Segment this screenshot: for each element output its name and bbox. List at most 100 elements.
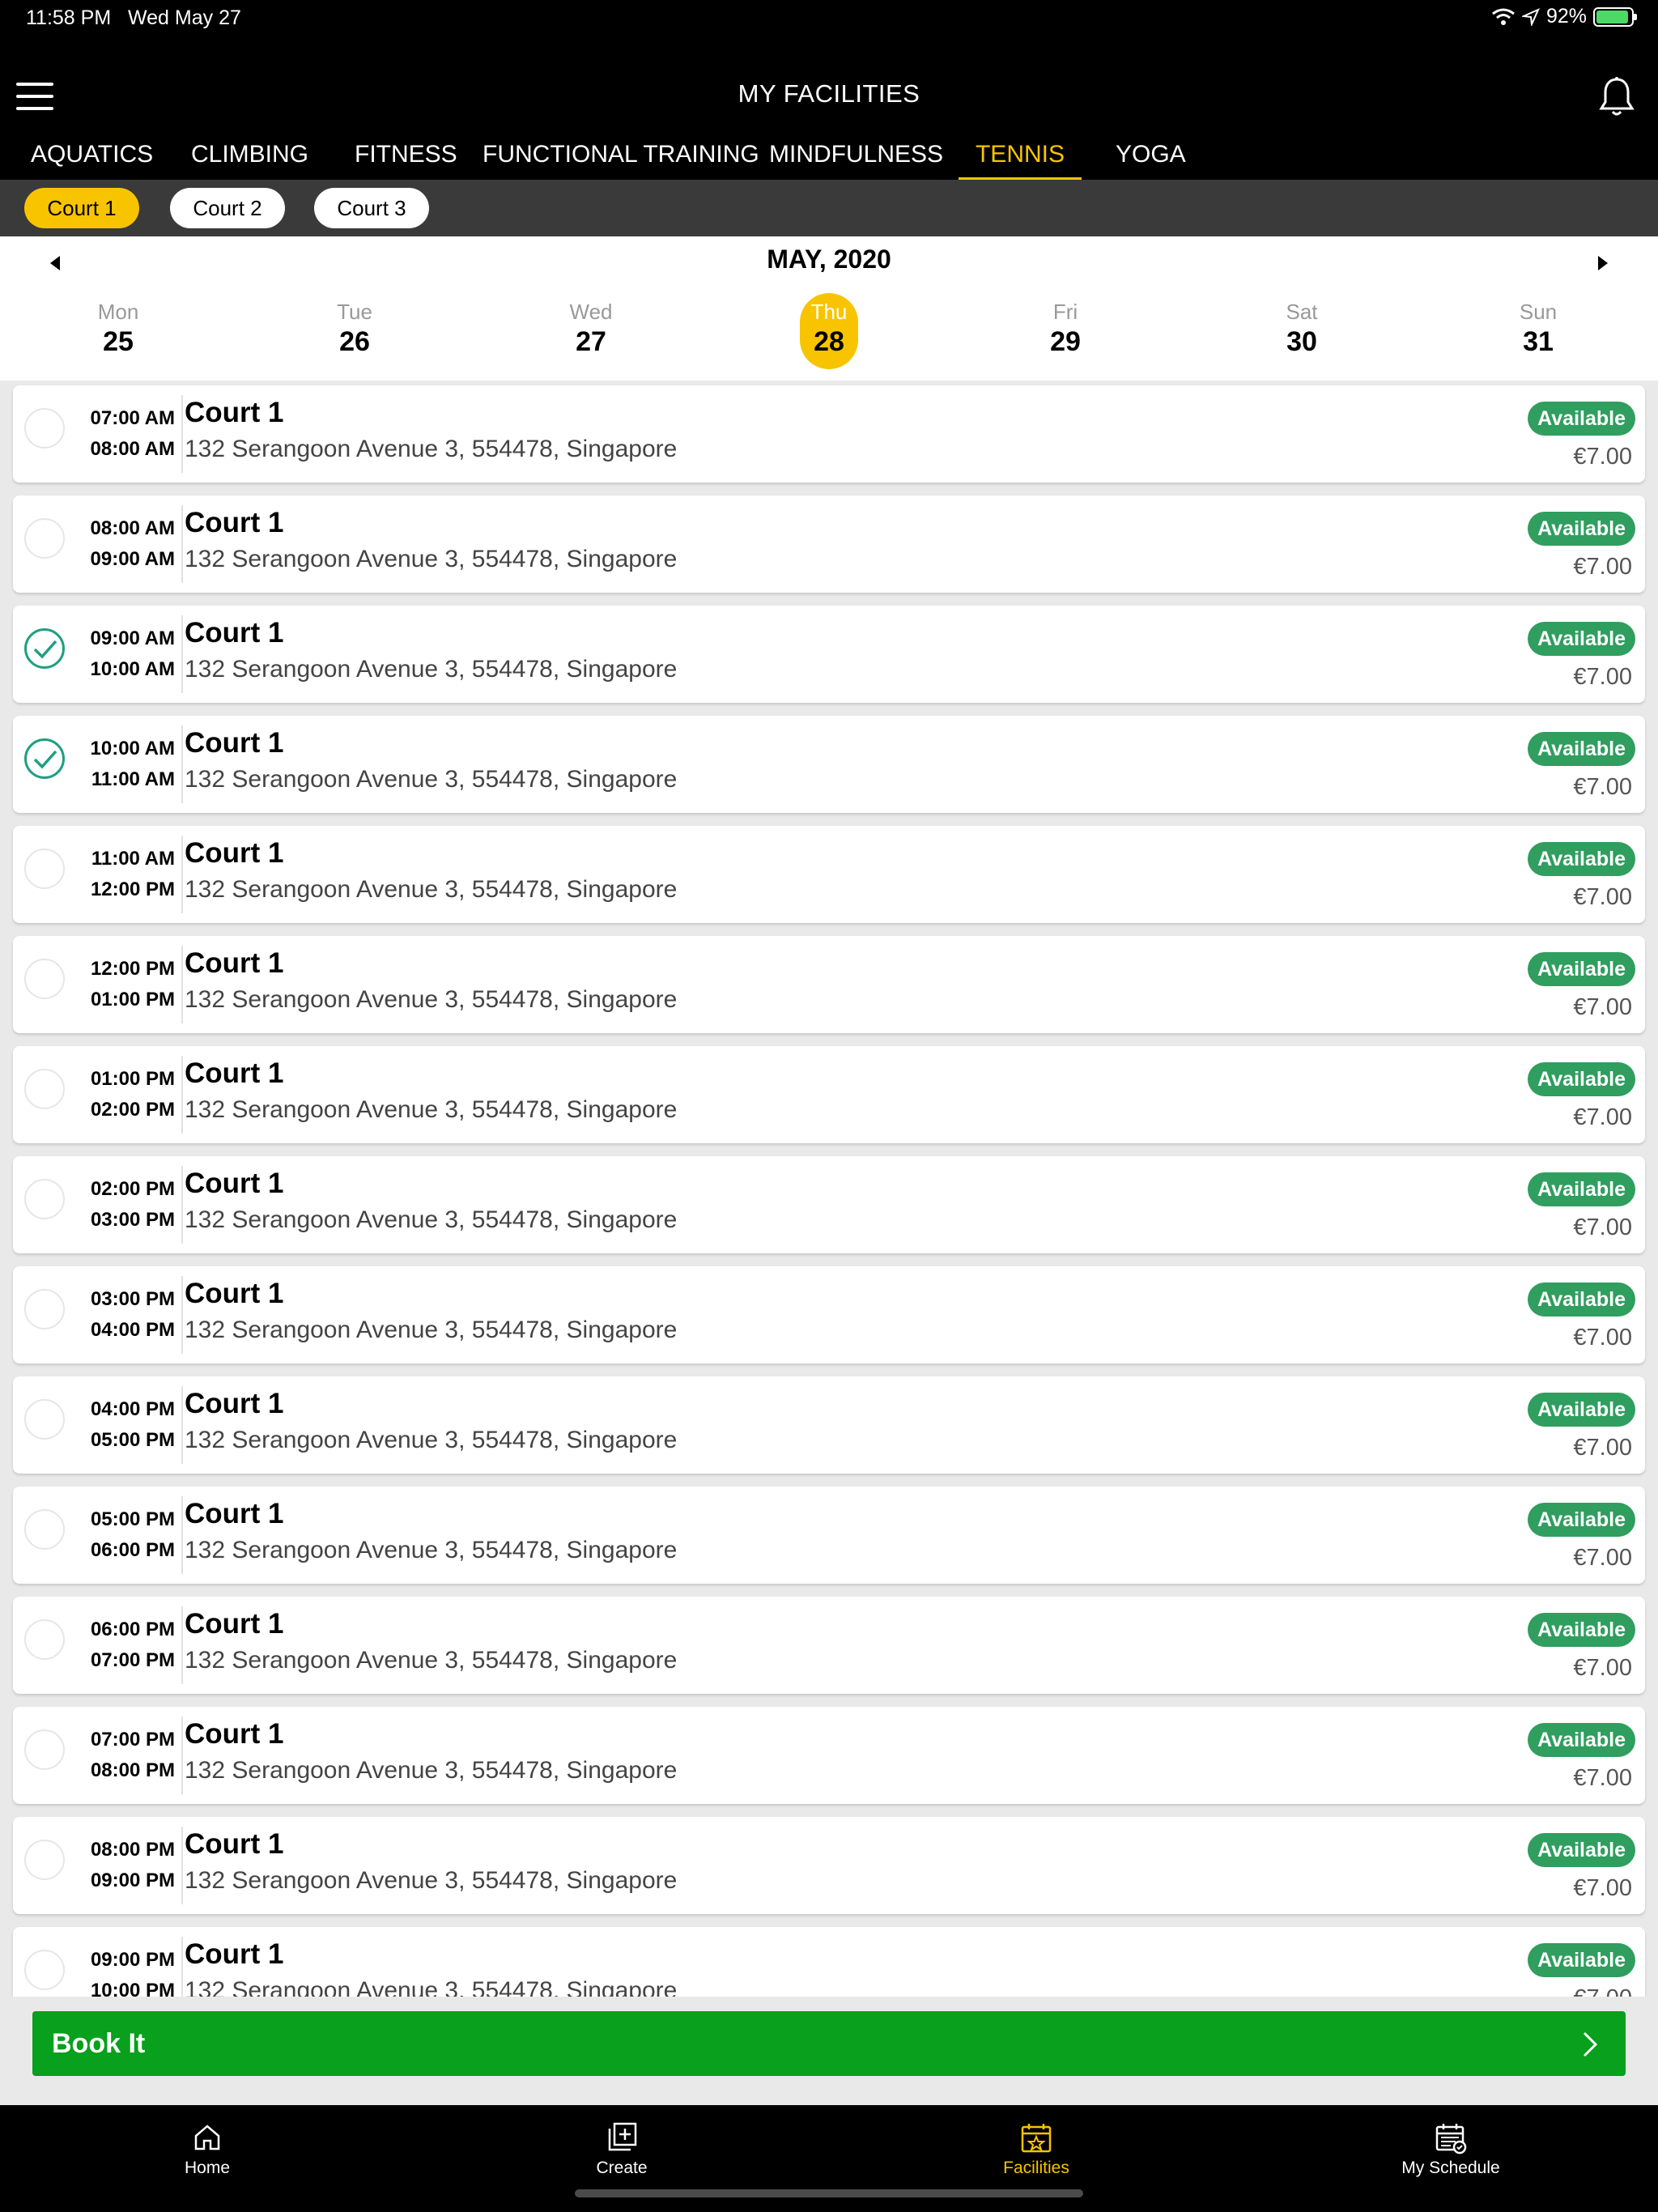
status-badge: Available: [1528, 1062, 1635, 1096]
slot-end-time: 04:00 PM: [90, 1319, 175, 1341]
slot-divider: [181, 1606, 183, 1684]
slot-card[interactable]: 08:00 AM 09:00 AM Court 1 132 Serangoon …: [13, 496, 1645, 593]
slot-card[interactable]: 03:00 PM 04:00 PM Court 1 132 Serangoon …: [13, 1266, 1645, 1363]
slot-title: Court 1: [185, 1057, 284, 1089]
slot-start-time: 08:00 PM: [90, 1839, 175, 1861]
nav-create[interactable]: Create: [541, 2120, 703, 2178]
nav-home-label: Home: [184, 2159, 231, 2177]
slot-times: 12:00 PM 01:00 PM: [78, 954, 175, 1015]
slot-price: €7.00: [1573, 774, 1632, 800]
slot-checkbox[interactable]: [24, 628, 65, 669]
slot-card[interactable]: 04:00 PM 05:00 PM Court 1 132 Serangoon …: [13, 1376, 1645, 1474]
day-thu[interactable]: Thu 28: [800, 293, 858, 369]
slot-start-time: 04:00 PM: [90, 1398, 175, 1420]
nav-home[interactable]: Home: [126, 2120, 288, 2178]
day-fri[interactable]: Fri 29: [1036, 293, 1095, 369]
slot-card[interactable]: 10:00 AM 11:00 AM Court 1 132 Serangoon …: [13, 716, 1645, 813]
slot-title: Court 1: [185, 1828, 284, 1860]
status-badge: Available: [1528, 732, 1635, 766]
chip-court-1[interactable]: Court 1: [24, 188, 139, 228]
slot-card[interactable]: 06:00 PM 07:00 PM Court 1 132 Serangoon …: [13, 1597, 1645, 1694]
slot-price: €7.00: [1573, 664, 1632, 690]
slot-card[interactable]: 01:00 PM 02:00 PM Court 1 132 Serangoon …: [13, 1046, 1645, 1143]
tab-yoga[interactable]: YOGA: [1116, 136, 1186, 180]
day-sun[interactable]: Sun 31: [1509, 293, 1567, 369]
slot-title: Court 1: [185, 1168, 284, 1199]
slot-title: Court 1: [185, 837, 284, 869]
slot-checkbox[interactable]: [24, 1840, 65, 1880]
slot-times: 07:00 AM 08:00 AM: [78, 403, 175, 465]
slot-checkbox[interactable]: [24, 518, 65, 559]
slot-divider: [181, 505, 183, 583]
slot-title: Court 1: [185, 507, 284, 538]
day-mon[interactable]: Mon 25: [89, 293, 147, 369]
slot-end-time: 10:00 AM: [90, 658, 175, 680]
slot-end-time: 11:00 AM: [91, 768, 175, 790]
status-badge: Available: [1528, 842, 1635, 876]
slot-address: 132 Serangoon Avenue 3, 554478, Singapor…: [185, 1427, 678, 1453]
book-it-button[interactable]: Book It: [32, 2011, 1626, 2076]
day-sat[interactable]: Sat 30: [1273, 293, 1331, 369]
slot-title: Court 1: [185, 1718, 284, 1750]
slot-address: 132 Serangoon Avenue 3, 554478, Singapor…: [185, 876, 678, 903]
home-indicator: [575, 2189, 1083, 2197]
day-tue[interactable]: Tue 26: [325, 293, 384, 369]
nav-facilities[interactable]: Facilities: [955, 2120, 1117, 2178]
slot-checkbox[interactable]: [24, 1509, 65, 1550]
tab-climbing[interactable]: CLIMBING: [191, 136, 308, 180]
status-badge: Available: [1528, 952, 1635, 986]
tab-functional-training[interactable]: FUNCTIONAL TRAINING: [483, 136, 759, 180]
slot-divider: [181, 1166, 183, 1244]
bell-icon[interactable]: [1598, 76, 1635, 118]
battery-icon: [1593, 6, 1637, 27]
slot-list[interactable]: 07:00 AM 08:00 AM Court 1 132 Serangoon …: [0, 381, 1658, 1997]
slot-start-time: 07:00 PM: [90, 1729, 175, 1750]
court-chips: Court 1 Court 2 Court 3: [0, 180, 1658, 236]
slot-checkbox[interactable]: [24, 1069, 65, 1109]
slot-start-time: 06:00 PM: [90, 1619, 175, 1640]
week-calendar: MAY, 2020 Mon 25 Tue 26 Wed 27 Thu 28 Fr…: [0, 236, 1658, 381]
slot-checkbox[interactable]: [24, 1619, 65, 1660]
slot-checkbox[interactable]: [24, 1179, 65, 1219]
slot-checkbox[interactable]: [24, 1729, 65, 1770]
status-badge: Available: [1528, 402, 1635, 436]
check-icon: [33, 640, 57, 659]
tab-aquatics[interactable]: AQUATICS: [31, 136, 153, 180]
slot-checkbox[interactable]: [24, 1289, 65, 1329]
status-right: 92%: [1491, 5, 1637, 28]
chip-court-3[interactable]: Court 3: [314, 188, 429, 228]
location-icon: [1521, 7, 1540, 26]
facilities-icon: [1021, 2124, 1052, 2153]
slot-end-time: 02:00 PM: [90, 1099, 175, 1121]
slot-card[interactable]: 08:00 PM 09:00 PM Court 1 132 Serangoon …: [13, 1817, 1645, 1914]
slot-checkbox[interactable]: [24, 1399, 65, 1440]
slot-card[interactable]: 09:00 AM 10:00 AM Court 1 132 Serangoon …: [13, 606, 1645, 703]
chevron-right-icon: [1583, 2031, 1598, 2057]
book-it-label: Book It: [52, 2028, 146, 2059]
slot-end-time: 01:00 PM: [90, 989, 175, 1010]
slot-times: 10:00 AM 11:00 AM: [78, 734, 175, 795]
slot-checkbox[interactable]: [24, 408, 65, 449]
slot-card[interactable]: 07:00 AM 08:00 AM Court 1 132 Serangoon …: [13, 385, 1645, 483]
slot-card[interactable]: 07:00 PM 08:00 PM Court 1 132 Serangoon …: [13, 1707, 1645, 1804]
status-badge: Available: [1528, 1283, 1635, 1317]
slot-title: Court 1: [185, 947, 284, 979]
slot-address: 132 Serangoon Avenue 3, 554478, Singapor…: [185, 1977, 678, 1997]
slot-card[interactable]: 05:00 PM 06:00 PM Court 1 132 Serangoon …: [13, 1487, 1645, 1584]
slot-end-time: 08:00 PM: [90, 1759, 175, 1781]
slot-checkbox[interactable]: [24, 738, 65, 779]
slot-checkbox[interactable]: [24, 849, 65, 889]
slot-card[interactable]: 12:00 PM 01:00 PM Court 1 132 Serangoon …: [13, 936, 1645, 1033]
nav-my-schedule[interactable]: My Schedule: [1370, 2120, 1532, 2178]
chip-court-2[interactable]: Court 2: [170, 188, 285, 228]
tab-mindfulness[interactable]: MINDFULNESS: [769, 136, 943, 180]
tab-fitness[interactable]: FITNESS: [355, 136, 457, 180]
tab-tennis[interactable]: TENNIS: [959, 136, 1082, 180]
day-wed[interactable]: Wed 27: [562, 293, 620, 369]
slot-card[interactable]: 09:00 PM 10:00 PM Court 1 132 Serangoon …: [13, 1927, 1645, 1997]
next-week-arrow-icon[interactable]: [1598, 256, 1608, 270]
slot-checkbox[interactable]: [24, 1950, 65, 1990]
slot-card[interactable]: 11:00 AM 12:00 PM Court 1 132 Serangoon …: [13, 826, 1645, 923]
slot-card[interactable]: 02:00 PM 03:00 PM Court 1 132 Serangoon …: [13, 1156, 1645, 1253]
slot-checkbox[interactable]: [24, 959, 65, 999]
